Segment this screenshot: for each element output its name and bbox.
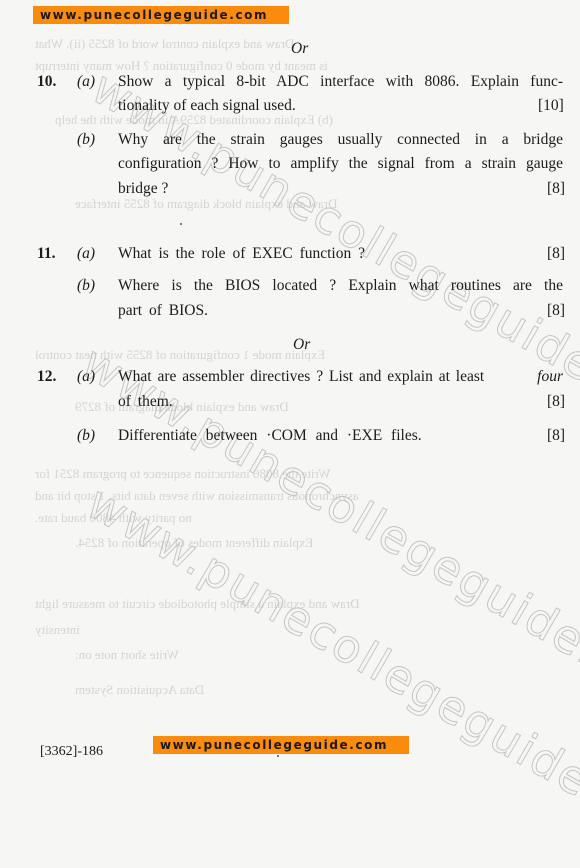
question-text: Where is the BIOS located ? Explain what… <box>118 277 563 294</box>
or-separator: Or <box>293 336 311 353</box>
question-text: Show a typical 8-bit ADC interface with … <box>118 73 563 90</box>
marks: [8] <box>547 302 566 319</box>
subpart-label: (b) <box>77 427 96 444</box>
question-text: bridge ? <box>118 180 169 197</box>
question-text: configuration ? How to amplify the signa… <box>118 155 563 172</box>
subpart-letter: a <box>82 368 90 385</box>
subpart-label: (b) <box>77 277 96 294</box>
site-banner-bottom[interactable]: www.punecollegeguide.com <box>153 736 409 754</box>
exam-page: Draw and explain control word of 8255 (i… <box>0 0 580 868</box>
subpart-letter: b <box>82 131 90 148</box>
page-number-mark <box>277 755 279 757</box>
subpart-label: (a) <box>77 73 96 90</box>
subpart-label: (a) <box>77 368 96 385</box>
marks: [8] <box>547 180 566 197</box>
marks: [10] <box>538 97 564 114</box>
subpart-label: (b) <box>77 131 96 148</box>
bleed-through-line: Write short note on: <box>75 647 179 662</box>
paper-code: [3362]-186 <box>40 744 103 759</box>
question-text: part of BIOS. <box>118 302 208 319</box>
subpart-letter: a <box>82 245 90 262</box>
marks: [8] <box>547 427 566 444</box>
subpart-label: (a) <box>77 245 96 262</box>
subpart-letter: b <box>82 427 90 444</box>
question-number: 12. <box>37 368 57 385</box>
emphasis-word: four <box>537 368 563 385</box>
site-banner-top[interactable]: www.punecollegeguide.com <box>33 6 289 24</box>
bleed-through-line: intensity <box>35 622 80 637</box>
question-text: What is the role of EXEC function ? <box>118 245 365 262</box>
question-text-main: What are assembler directives ? List and… <box>118 368 485 385</box>
question-text: tionality of each signal used. <box>118 97 296 114</box>
bleed-through-line: is meant by mode 0 configuration ? How m… <box>35 58 328 73</box>
question-text: What are assembler directives ? List and… <box>118 368 563 386</box>
subpart-letter: a <box>82 73 90 90</box>
watermark: www.punecollegeguide.com <box>78 475 580 868</box>
marks: [8] <box>547 245 566 262</box>
question-number: 10. <box>37 73 57 90</box>
speck <box>180 223 182 225</box>
question-text: of them. <box>118 393 173 410</box>
or-separator: Or <box>291 40 309 57</box>
subpart-letter: b <box>82 277 90 294</box>
question-number: 11. <box>37 245 56 262</box>
bleed-through-line: Draw and explain control word of 8255 (i… <box>35 36 295 51</box>
bleed-through-line: Explain mode 1 configuration of 8255 wit… <box>35 347 326 362</box>
marks: [8] <box>547 393 566 410</box>
bleed-through-line: Data Acquisition System <box>75 682 205 697</box>
question-text: Why are the strain gauges usually connec… <box>118 131 563 148</box>
question-text: Differentiate between ·COM and ·EXE file… <box>118 427 422 444</box>
